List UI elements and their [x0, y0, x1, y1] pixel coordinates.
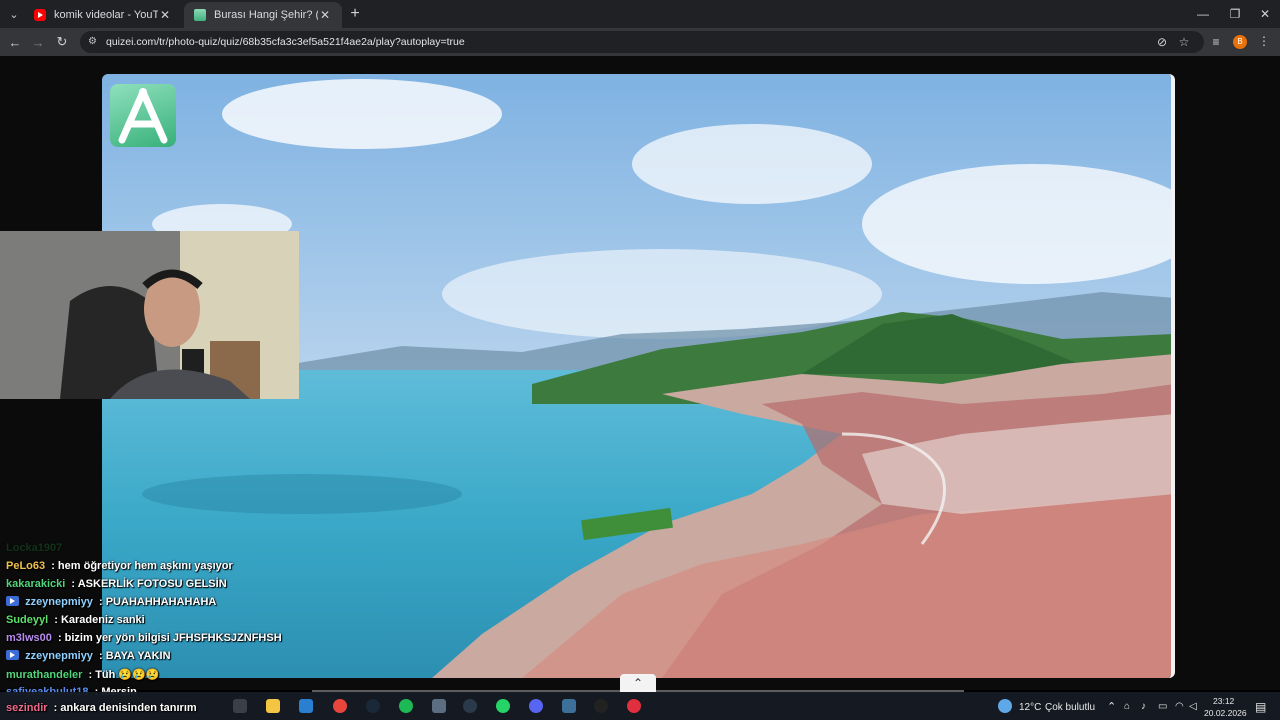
battery-icon[interactable]: ▭ — [1158, 701, 1167, 712]
restore-icon[interactable]: ❐ — [1218, 0, 1252, 28]
obs-icon[interactable] — [594, 699, 608, 713]
media-queue-icon[interactable]: ≡ — [1208, 34, 1224, 50]
network-icon[interactable]: ⌂ — [1124, 701, 1130, 712]
site-info-icon[interactable]: ⚙ — [88, 36, 100, 48]
eye-off-icon[interactable]: ⊘ — [1154, 34, 1170, 50]
chat-username: PeLo63 — [6, 560, 46, 572]
chevron-up-icon[interactable]: ⌃ — [1107, 700, 1116, 713]
outlook-icon[interactable] — [299, 699, 313, 713]
spotify-icon[interactable] — [399, 699, 413, 713]
chat-username: Sudeyyl — [6, 614, 49, 626]
discord-icon[interactable] — [529, 699, 543, 713]
weather-icon[interactable] — [998, 699, 1012, 713]
file-explorer-icon[interactable] — [266, 699, 280, 713]
quizei-logo — [110, 84, 176, 147]
chat-text: : Karadeniz sanki — [54, 614, 145, 626]
webcam-overlay — [0, 231, 299, 399]
chat-message: kakarakicki : ASKERLİK FOTOSU GELSİN — [6, 578, 227, 596]
chat-text: : BAYA YAKIN — [99, 650, 171, 662]
chat-text: : bizim yer yön bilgisi JFHSFHKSJZNFHSH — [57, 632, 282, 644]
youtube-icon — [34, 9, 46, 21]
steam-icon[interactable] — [366, 699, 380, 713]
browser-tab-bar: ⌄ komik videolar - YouTube ✕ Burası Hang… — [0, 0, 1280, 28]
close-window-icon[interactable]: ✕ — [1248, 0, 1280, 28]
chat-message: murathandeler : Tüh 😢😢😢 — [6, 668, 160, 686]
chat-message: PeLo63 : hem öğretiyor hem aşkını yaşıyo… — [6, 560, 233, 578]
chat-text: : ASKERLİK FOTOSU GELSİN — [71, 578, 227, 590]
chat-message: zzeynepmiyy : BAYA YAKIN — [6, 650, 171, 668]
chat-username: zzeynepmiyy — [25, 596, 93, 608]
chat-username: zzeynepmiyy — [25, 650, 93, 662]
tab-search-button[interactable]: ⌄ — [4, 4, 24, 24]
chrome-icon[interactable] — [333, 699, 347, 713]
scroll-up-button[interactable]: ⌃ — [620, 674, 656, 692]
prime-badge-icon — [6, 650, 19, 660]
weather-temp[interactable]: 12°C — [1019, 702, 1041, 713]
address-bar[interactable]: ⚙ quizei.com/tr/photo-quiz/quiz/68b35cfa… — [80, 31, 1204, 53]
whatsapp-icon[interactable] — [496, 699, 510, 713]
chat-message: m3lws00 : bizim yer yön bilgisi JFHSFHKS… — [6, 632, 282, 650]
chat-message: sezindir : ankara denisinden tanırım — [6, 702, 197, 720]
wifi-icon[interactable]: ◠ — [1175, 701, 1184, 712]
app-icon[interactable] — [562, 699, 576, 713]
microphone-icon[interactable]: ♪ — [1141, 701, 1146, 712]
prime-badge-icon — [6, 596, 19, 606]
more-menu-icon[interactable]: ⋮ — [1258, 34, 1270, 48]
close-tab-icon[interactable]: ✕ — [158, 8, 172, 22]
quizei-icon — [194, 9, 206, 21]
bookmark-star-icon[interactable]: ☆ — [1176, 34, 1192, 50]
notifications-icon[interactable]: ▤ — [1255, 700, 1266, 714]
volume-icon[interactable]: ◁ — [1189, 701, 1197, 712]
chat-message: Locka1907 — [6, 542, 65, 560]
close-tab-icon[interactable]: ✕ — [318, 8, 332, 22]
chat-message: zzeynepmiyy : PUAHAHHAHAHAHA — [6, 596, 216, 614]
reload-icon[interactable]: ↻ — [52, 32, 72, 52]
tab-quiz[interactable]: Burası Hangi Şehir? (Türkiye) - Q ✕ — [184, 2, 342, 28]
browser-toolbar: ← → ↻ ⚙ quizei.com/tr/photo-quiz/quiz/68… — [0, 28, 1280, 56]
task-view-icon[interactable] — [233, 699, 247, 713]
weather-text[interactable]: Çok bulutlu — [1045, 702, 1095, 713]
tab-youtube[interactable]: komik videolar - YouTube ✕ — [24, 2, 182, 28]
tab-title: komik videolar - YouTube — [54, 9, 158, 21]
url-text: quizei.com/tr/photo-quiz/quiz/68b35cfa3c… — [106, 36, 465, 48]
clock-date[interactable]: 20.02.2026 — [1204, 708, 1247, 718]
chat-text: : ankara denisinden tanırım — [53, 702, 197, 714]
profile-avatar[interactable]: B — [1233, 35, 1247, 49]
chat-username: m3lws00 — [6, 632, 52, 644]
new-tab-button[interactable]: + — [346, 5, 364, 23]
chat-text: : Tüh 😢😢😢 — [88, 669, 160, 681]
chat-username: Locka1907 — [6, 542, 63, 554]
chat-username: kakarakicki — [6, 578, 66, 590]
chat-username: murathandeler — [6, 669, 83, 681]
app-icon[interactable] — [627, 699, 641, 713]
tab-title: Burası Hangi Şehir? (Türkiye) - Q — [214, 9, 318, 21]
vpn-icon[interactable] — [463, 699, 477, 713]
chat-text: : hem öğretiyor hem aşkını yaşıyor — [51, 560, 233, 572]
screen: ⌄ komik videolar - YouTube ✕ Burası Hang… — [0, 0, 1280, 720]
back-icon[interactable]: ← — [5, 32, 25, 52]
chat-username: sezindir — [6, 702, 48, 714]
app-icon[interactable] — [432, 699, 446, 713]
minimize-icon[interactable]: — — [1186, 0, 1220, 28]
forward-icon[interactable]: → — [28, 32, 48, 52]
chat-message: Sudeyyl : Karadeniz sanki — [6, 614, 145, 632]
clock-time[interactable]: 23:12 — [1213, 696, 1234, 706]
chat-text: : PUAHAHHAHAHAHA — [99, 596, 217, 608]
